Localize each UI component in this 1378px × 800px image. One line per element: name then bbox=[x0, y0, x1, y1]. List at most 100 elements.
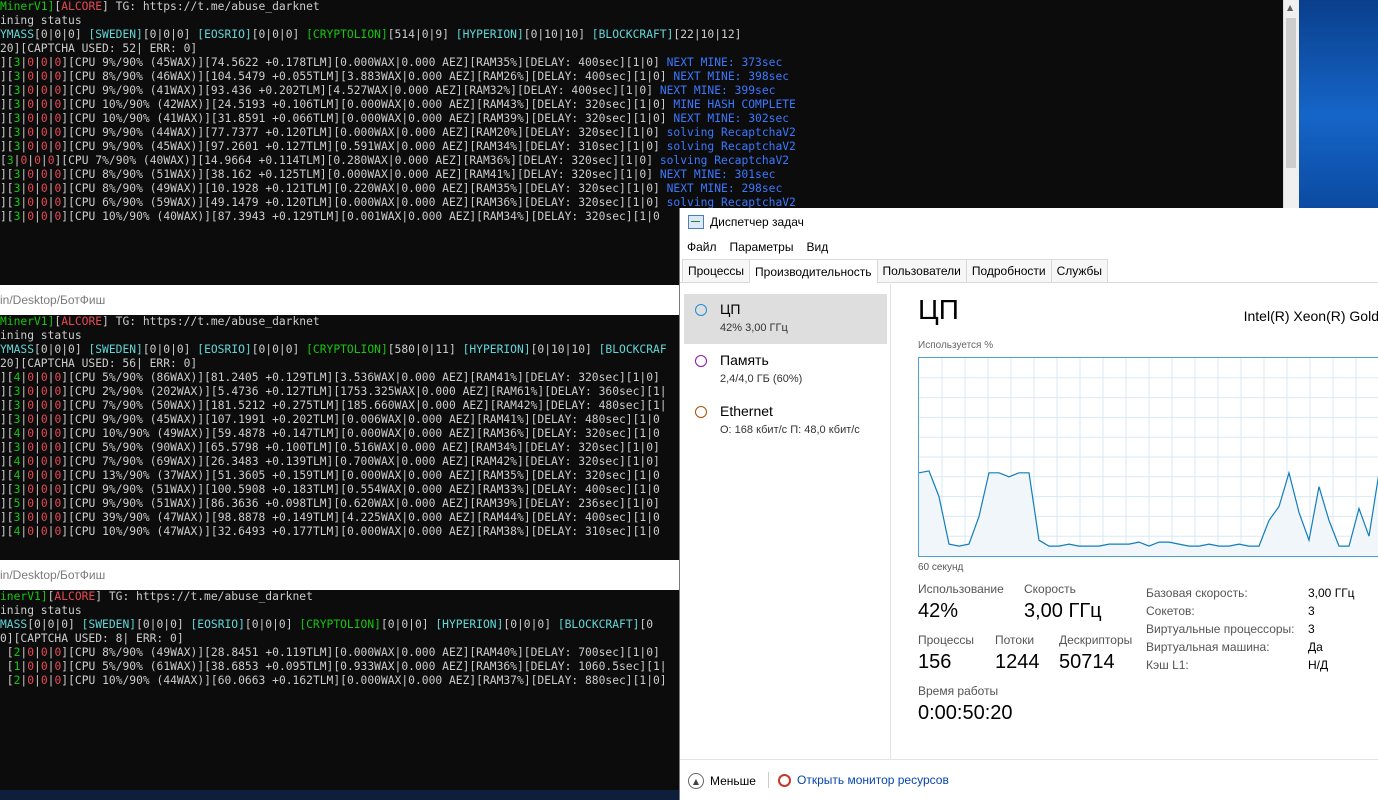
cpu-title: ЦП bbox=[918, 294, 959, 325]
console-text: NEXT MINE: 301sec bbox=[659, 168, 776, 181]
console-text: ][CPU 5%/90% (86WAX)][81.2405 +0.129TLM]… bbox=[61, 371, 660, 384]
console-text: [SWEDEN] bbox=[88, 28, 143, 41]
console-text: | bbox=[34, 210, 41, 223]
console-line: ][3|0|0|0][CPU 8%/90% (51WAX)][38.162 +0… bbox=[0, 168, 1290, 182]
console-text: 0 bbox=[40, 126, 48, 139]
ethernet-indicator-icon bbox=[695, 406, 707, 418]
console-text: ][CPU 10%/90% (44WAX)][60.0663 +0.162TLM… bbox=[61, 674, 667, 687]
tab-users[interactable]: Пользователи bbox=[876, 259, 967, 282]
console-text: | bbox=[34, 674, 41, 687]
console-text: | bbox=[40, 154, 48, 167]
menu-options[interactable]: Параметры bbox=[730, 240, 794, 254]
console-text: | bbox=[34, 511, 41, 524]
console-text: 0 bbox=[40, 427, 48, 440]
resource-memory[interactable]: Память 2,4/4,0 ГБ (60%) bbox=[684, 345, 887, 395]
console-text: [CRYPTOLION] bbox=[306, 28, 388, 41]
console-text: 20][CAPTCHA USED: 52| ERR: 0] bbox=[0, 42, 198, 55]
stat-value: 50714 bbox=[1059, 651, 1115, 673]
console-text: [0|0|0] bbox=[251, 28, 307, 41]
console-window-3[interactable]: in/Desktop/БотФиш inerV1] [ALCORE] TG: ht… bbox=[0, 560, 680, 790]
menu-file[interactable]: Файл bbox=[687, 240, 717, 254]
console-text: [0|0|0] bbox=[244, 618, 300, 631]
menu-view[interactable]: Вид bbox=[806, 240, 828, 254]
console-line: ining status bbox=[0, 604, 680, 618]
fewer-details-label: Меньше bbox=[710, 774, 756, 788]
console-text: [EOSRIO] bbox=[197, 28, 252, 41]
console-output-2: MinerV1][ALCORE] TG: https://t.me/abuse_… bbox=[0, 315, 680, 539]
console-text: ] TG: https://t.me/abuse_darknet bbox=[102, 315, 320, 328]
tab-performance[interactable]: Производительность bbox=[749, 259, 878, 283]
console-text: | bbox=[34, 98, 41, 111]
resource-name: Ethernet bbox=[720, 403, 773, 419]
open-resource-monitor-link[interactable]: Открыть монитор ресурсов bbox=[778, 773, 949, 787]
console-text: ][CPU 5%/90% (90WAX)][65.5798 +0.100TLM]… bbox=[61, 441, 660, 454]
console-line: ][3|0|0|0][CPU 9%/90% (44WAX)][77.7377 +… bbox=[0, 126, 1290, 140]
console-text: ALCORE bbox=[61, 315, 103, 328]
console-text: MinerV1] bbox=[0, 0, 55, 13]
scroll-up-arrow-icon[interactable]: ▲ bbox=[1287, 3, 1293, 12]
console-text: 0 bbox=[40, 511, 48, 524]
console-text: [BLOCKCRAFT] bbox=[591, 28, 674, 41]
cpu-details: ЦП Intel(R) Xeon(R) Gold Используется % … bbox=[918, 284, 1378, 760]
console-text: 0 bbox=[40, 70, 48, 83]
tab-details[interactable]: Подробности bbox=[965, 259, 1052, 282]
console-text: 20][CAPTCHA USED: 56| ERR: 0] bbox=[0, 357, 198, 370]
prop-row: Сокетов: 3 bbox=[1146, 604, 1355, 622]
fewer-details-button[interactable]: ▲ Меньше bbox=[688, 773, 756, 789]
console-text: | bbox=[34, 483, 41, 496]
console-line: ][3|0|0|0][CPU 2%/90% (202WAX)][5.4736 +… bbox=[0, 385, 680, 399]
console-text: ][CPU 39%/90% (47WAX)][98.8878 +0.149TLM… bbox=[61, 511, 660, 524]
console-scrollbar[interactable]: ▲ bbox=[1283, 0, 1299, 210]
stat-label: Процессы bbox=[918, 633, 975, 647]
console-text: [SWEDEN] bbox=[81, 618, 137, 631]
console-text: ][CPU 10%/90% (41WAX)][31.8591 +0.066TLM… bbox=[61, 112, 674, 125]
console-text: MASS bbox=[0, 618, 28, 631]
console-line: ][3|0|0|0][CPU 39%/90% (47WAX)][98.8878 … bbox=[0, 511, 680, 525]
console-line: MinerV1][ALCORE] TG: https://t.me/abuse_… bbox=[0, 0, 1290, 14]
console-text: ][ bbox=[0, 168, 14, 181]
scrollbar-thumb[interactable] bbox=[1286, 18, 1296, 168]
resource-sub: 42% 3,00 ГГц bbox=[720, 322, 788, 334]
console-line: ][3|0|0|0][CPU 9%/90% (45WAX)][74.5622 +… bbox=[0, 56, 1290, 70]
console-line: ][3|0|0|0][CPU 10%/90% (42WAX)][24.5193 … bbox=[0, 98, 1290, 112]
stat-value: 3,00 ГГц bbox=[1024, 600, 1102, 622]
stat-handles: Дескрипторы 50714 bbox=[1059, 633, 1132, 674]
console-line: 20][CAPTCHA USED: 56| ERR: 0] bbox=[0, 357, 680, 371]
stat-value: 0:00:50:20 bbox=[918, 702, 1013, 724]
console-text: 0 bbox=[40, 385, 48, 398]
console-text: ining status bbox=[0, 604, 82, 617]
console-window-2[interactable]: in/Desktop/БотФиш MinerV1][ALCORE] TG: h… bbox=[0, 285, 680, 553]
performance-content: ЦП 42% 3,00 ГГц Память 2,4/4,0 ГБ (60%) … bbox=[680, 284, 1378, 760]
console-text: 0 bbox=[40, 483, 48, 496]
footer-divider bbox=[768, 772, 769, 788]
tab-processes[interactable]: Процессы bbox=[682, 259, 751, 282]
prop-key: Базовая скорость: bbox=[1146, 586, 1248, 600]
chevron-up-icon: ▲ bbox=[688, 773, 704, 789]
console-text: ][CPU 7%/90% (50WAX)][181.5212 +0.275TLM… bbox=[61, 399, 667, 412]
console-text: ][ bbox=[0, 427, 14, 440]
task-manager-titlebar[interactable]: Диспетчер задач bbox=[680, 208, 1378, 236]
resource-ethernet[interactable]: Ethernet О: 168 кбит/с П: 48,0 кбит/с bbox=[684, 396, 887, 446]
resource-sub: О: 168 кбит/с П: 48,0 кбит/с bbox=[720, 424, 860, 436]
console-text: ][ bbox=[0, 126, 14, 139]
console-text: ][ bbox=[0, 182, 14, 195]
console-line: ][4|0|0|0][CPU 13%/90% (37WAX)][51.3605 … bbox=[0, 469, 680, 483]
console-text: ][CPU 9%/90% (41WAX)][93.436 +0.202TLM][… bbox=[61, 84, 660, 97]
tab-services[interactable]: Службы bbox=[1050, 259, 1109, 282]
console-text: 0 bbox=[40, 469, 48, 482]
console-text: ALCORE bbox=[54, 590, 96, 603]
console-text: 0 bbox=[40, 84, 48, 97]
console-line: ][3|0|0|0][CPU 5%/90% (90WAX)][65.5798 +… bbox=[0, 441, 680, 455]
stat-value: 1244 bbox=[995, 651, 1040, 673]
console-line: ][4|0|0|0][CPU 10%/90% (47WAX)][32.6493 … bbox=[0, 525, 680, 539]
console-text: ][CPU 9%/90% (44WAX)][77.7377 +0.120TLM]… bbox=[61, 126, 667, 139]
stat-speed: Скорость 3,00 ГГц bbox=[1024, 582, 1102, 623]
resource-cpu[interactable]: ЦП 42% 3,00 ГГц bbox=[684, 294, 887, 344]
console-text: 0 bbox=[40, 371, 48, 384]
task-manager-window[interactable]: Диспетчер задач Файл Параметры Вид Проце… bbox=[679, 208, 1378, 800]
console-text: ][CPU 9%/90% (51WAX)][86.3636 +0.098TLM]… bbox=[61, 497, 660, 510]
console-text: | bbox=[34, 140, 41, 153]
resource-monitor-label: Открыть монитор ресурсов bbox=[797, 773, 949, 787]
console-text: 0 bbox=[40, 168, 48, 181]
console-line: ][3|0|0|0][CPU 7%/90% (50WAX)][181.5212 … bbox=[0, 399, 680, 413]
